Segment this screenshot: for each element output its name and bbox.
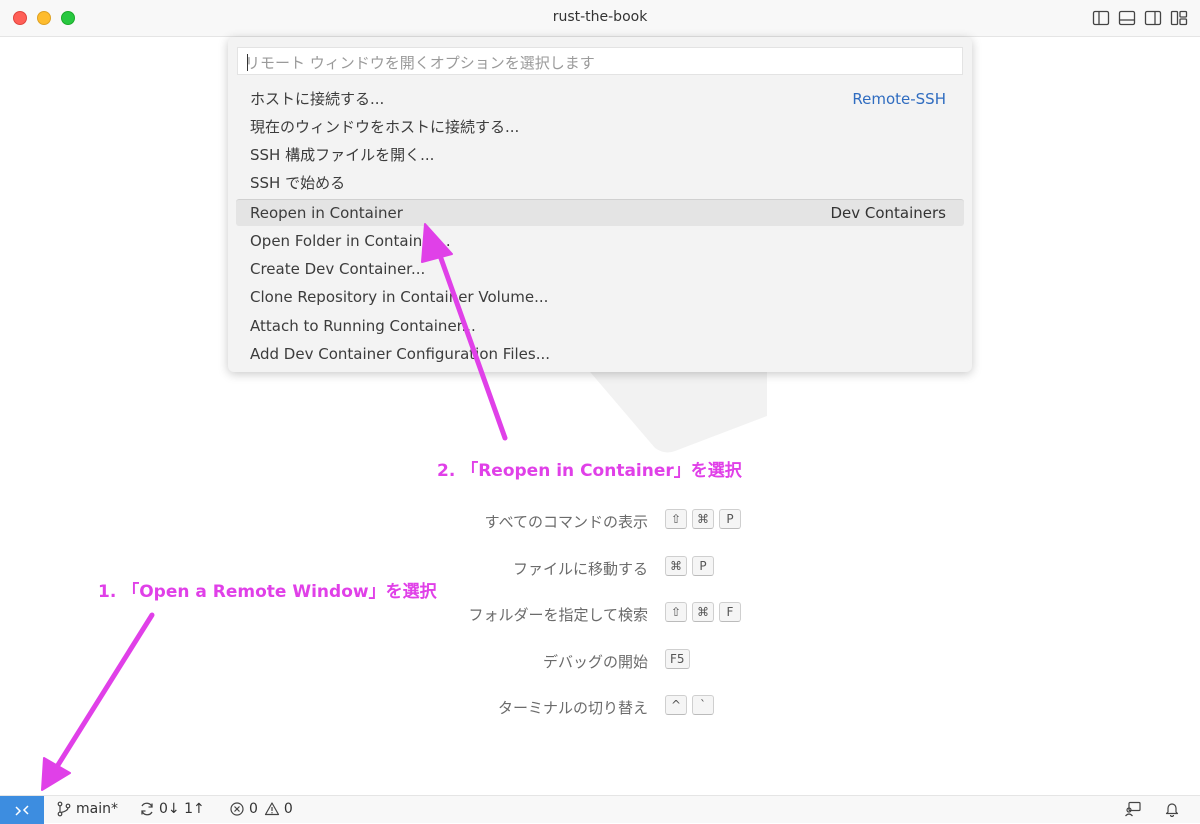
quick-pick-item[interactable]: ホストに接続する... Remote-SSH [236,86,964,113]
keycap: P [719,509,741,529]
keycap: P [692,556,714,576]
title-bar: rust-the-book [0,0,1200,37]
open-remote-window-button[interactable] [0,796,44,824]
keycap: ⇧ [665,602,687,622]
git-branch-icon [57,801,71,817]
quick-pick-placeholder: リモート ウィンドウを開くオプションを選択します [245,54,595,72]
keycap: F5 [665,649,690,669]
toggle-primary-sidebar-icon[interactable] [1092,9,1110,27]
branch-name: main* [76,801,118,817]
shortcut-label: ターミナルの切り替え [497,699,648,717]
quick-pick-item-label: Create Dev Container... [250,260,426,278]
quick-pick-item-label: Attach to Running Container... [250,317,476,335]
feedback-status[interactable] [1124,801,1142,817]
quick-pick-item-label: SSH で始める [250,174,346,192]
error-icon [230,802,244,816]
shortcut-label: デバッグの開始 [542,653,648,671]
shortcut-row: ターミナルの切り替え ^ ` [0,695,1200,719]
branch-status[interactable]: main* [56,801,118,817]
customize-layout-icon[interactable] [1170,9,1188,27]
remote-icon [15,805,29,816]
window-title: rust-the-book [552,9,648,25]
shortcut-label: ファイルに移動する [512,560,648,578]
quick-pick-item[interactable]: SSH で始める [236,170,964,197]
annotation-step-2: 2. 「Reopen in Container」を選択 [437,461,742,481]
text-caret [247,54,248,71]
problems-status[interactable]: 0 0 [229,801,293,817]
layout-controls [1092,9,1188,27]
quick-pick-item-label: Add Dev Container Configuration Files... [250,345,551,363]
quick-pick-item-label: ホストに接続する... [250,90,385,108]
keycap: ` [692,695,714,715]
sync-icon [141,802,153,816]
sync-counts: 0↓ 1↑ [159,801,205,817]
shortcut-label: フォルダーを指定して検索 [468,606,648,624]
keycap: ⌘ [692,509,714,529]
shortcut-row: すべてのコマンドの表示 ⇧ ⌘ P [0,509,1200,533]
shortcut-row: フォルダーを指定して検索 ⇧ ⌘ F [0,602,1200,626]
warning-icon [264,802,280,816]
feedback-icon [1125,801,1141,817]
vscode-watermark-icon [585,366,767,453]
error-count: 0 [249,801,258,817]
quick-pick-item-detail: Dev Containers [830,204,946,222]
quick-pick-item-label: Reopen in Container [250,204,403,222]
shortcut-keys: ⇧ ⌘ F [665,602,741,622]
shortcut-row: デバッグの開始 F5 [0,649,1200,673]
remote-window-quick-pick: リモート ウィンドウを開くオプションを選択します ホストに接続する... Rem… [228,37,972,372]
quick-pick-item[interactable]: Open Folder in Container... [236,228,964,255]
toggle-secondary-sidebar-icon[interactable] [1144,9,1162,27]
annotation-step-1: 1. 「Open a Remote Window」を選択 [98,582,437,602]
quick-pick-item[interactable]: SSH 構成ファイルを開く... [236,142,964,169]
quick-pick-item-label: Clone Repository in Container Volume... [250,288,549,306]
bell-icon [1165,803,1179,817]
notifications-status[interactable] [1164,801,1180,817]
shortcut-keys: ⇧ ⌘ P [665,509,741,529]
quick-pick-item-detail: Remote-SSH [852,90,946,108]
shortcut-keys: ⌘ P [665,556,714,576]
shortcut-keys: F5 [665,649,690,669]
quick-pick-item[interactable]: Add Dev Container Configuration Files... [236,341,964,368]
keycap: ^ [665,695,687,715]
quick-pick-item[interactable]: Clone Repository in Container Volume... [236,284,964,311]
quick-pick-item-label: 現在のウィンドウをホストに接続する... [250,118,520,136]
keycap: ⇧ [665,509,687,529]
warning-count: 0 [283,801,293,817]
keycap: F [719,602,741,622]
shortcut-label: すべてのコマンドの表示 [484,513,648,531]
quick-pick-item[interactable]: 現在のウィンドウをホストに接続する... [236,114,964,141]
sync-status[interactable]: 0↓ 1↑ [139,801,205,817]
quick-pick-input[interactable]: リモート ウィンドウを開くオプションを選択します [237,47,963,75]
keycap: ⌘ [665,556,687,576]
quick-pick-item-label: Open Folder in Container... [250,232,451,250]
quick-pick-item[interactable]: Create Dev Container... [236,256,964,283]
toggle-panel-icon[interactable] [1118,9,1136,27]
quick-pick-item[interactable]: Attach to Running Container... [236,313,964,340]
quick-pick-item-label: SSH 構成ファイルを開く... [250,146,435,164]
status-bar: main* 0↓ 1↑ 0 0 [0,795,1200,824]
keycap: ⌘ [692,602,714,622]
shortcut-keys: ^ ` [665,695,714,715]
quick-pick-item-selected[interactable]: Reopen in Container Dev Containers [236,199,964,226]
